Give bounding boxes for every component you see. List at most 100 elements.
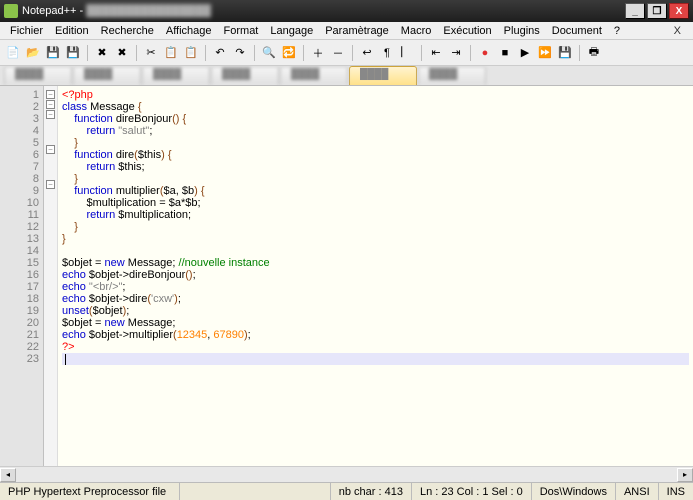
- scroll-left-button[interactable]: ◂: [0, 468, 16, 482]
- record-button[interactable]: ●: [476, 44, 494, 62]
- undo-button[interactable]: ↶: [211, 44, 229, 62]
- close-doc-button[interactable]: X: [674, 25, 689, 37]
- line-gutter: 1234567891011121314151617181920212223: [0, 86, 44, 466]
- menu-document[interactable]: Document: [546, 24, 608, 38]
- open-button[interactable]: 📂: [24, 44, 42, 62]
- indent-guide-button[interactable]: ⎸: [398, 44, 416, 62]
- menu-exécution[interactable]: Exécution: [437, 24, 497, 38]
- fold-spacer: [44, 310, 57, 322]
- maximize-button[interactable]: ❐: [647, 3, 667, 19]
- tab-1[interactable]: ████: [4, 66, 72, 85]
- paste-button[interactable]: 📋: [182, 44, 200, 62]
- code-line[interactable]: $multiplication = $a*$b;: [62, 197, 689, 209]
- code-line[interactable]: echo "<br/>";: [62, 281, 689, 293]
- line-number: 20: [0, 317, 39, 329]
- code-line[interactable]: function multiplier($a, $b) {: [62, 185, 689, 197]
- replace-button[interactable]: 🔁: [280, 44, 298, 62]
- code-line[interactable]: }: [62, 233, 689, 245]
- indent-button[interactable]: ⇥: [447, 44, 465, 62]
- line-number: 12: [0, 221, 39, 233]
- code-line[interactable]: return $this;: [62, 161, 689, 173]
- code-line[interactable]: echo $objet->dire('cxw');: [62, 293, 689, 305]
- fold-toggle[interactable]: −: [46, 90, 55, 99]
- zoom-out-button[interactable]: －: [329, 44, 347, 62]
- code-line[interactable]: class Message {: [62, 101, 689, 113]
- fold-toggle[interactable]: −: [46, 180, 55, 189]
- tab-2[interactable]: ████: [73, 66, 141, 85]
- fold-toggle[interactable]: −: [46, 145, 55, 154]
- menu-?[interactable]: ?: [608, 24, 626, 38]
- save-macro-button[interactable]: 💾: [556, 44, 574, 62]
- code-line[interactable]: function direBonjour() {: [62, 113, 689, 125]
- close-button[interactable]: X: [669, 3, 689, 19]
- status-filetype: PHP Hypertext Preprocessor file: [0, 483, 180, 500]
- line-number: 21: [0, 329, 39, 341]
- zoom-in-button[interactable]: ＋: [309, 44, 327, 62]
- h-scrollbar[interactable]: ◂ ▸: [0, 466, 693, 482]
- code-line[interactable]: [62, 353, 689, 365]
- code-line[interactable]: ?>: [62, 341, 689, 353]
- menu-paramètrage[interactable]: Paramètrage: [319, 24, 395, 38]
- code-line[interactable]: $objet = new Message; //nouvelle instanc…: [62, 257, 689, 269]
- tab-4[interactable]: ████: [211, 66, 279, 85]
- copy-button[interactable]: 📋: [162, 44, 180, 62]
- titlebar: Notepad++ - ████████████████ _ ❐ X: [0, 0, 693, 22]
- tab-6[interactable]: ████: [349, 66, 417, 85]
- code-line[interactable]: [62, 245, 689, 257]
- cut-button[interactable]: ✂: [142, 44, 160, 62]
- fold-gutter: −−−−−: [44, 86, 58, 466]
- fold-toggle[interactable]: −: [46, 100, 55, 109]
- menu-affichage[interactable]: Affichage: [160, 24, 218, 38]
- menu-plugins[interactable]: Plugins: [498, 24, 546, 38]
- menu-format[interactable]: Format: [218, 24, 265, 38]
- tab-5[interactable]: ████: [280, 66, 348, 85]
- fold-spacer: [44, 346, 57, 358]
- code-line[interactable]: return $multiplication;: [62, 209, 689, 221]
- play-icon: ▶: [521, 46, 529, 59]
- menu-langage[interactable]: Langage: [264, 24, 319, 38]
- menu-macro[interactable]: Macro: [395, 24, 438, 38]
- outdent-button[interactable]: ⇤: [427, 44, 445, 62]
- print-button[interactable]: 🖶: [585, 44, 603, 62]
- editor: 1234567891011121314151617181920212223 −−…: [0, 86, 693, 466]
- status-encoding: ANSI: [616, 483, 659, 500]
- close-all-button[interactable]: ✖: [113, 44, 131, 62]
- play-button[interactable]: ▶: [516, 44, 534, 62]
- status-eol: Dos\Windows: [532, 483, 616, 500]
- play-multi-icon: ⏩: [538, 46, 552, 59]
- menu-fichier[interactable]: Fichier: [4, 24, 49, 38]
- fold-spacer: [44, 190, 57, 202]
- code-line[interactable]: }: [62, 221, 689, 233]
- new-button[interactable]: 📄: [4, 44, 22, 62]
- tab-3[interactable]: ████: [142, 66, 210, 85]
- code-area[interactable]: <?phpclass Message { function direBonjou…: [58, 86, 693, 466]
- code-line[interactable]: $objet = new Message;: [62, 317, 689, 329]
- minimize-button[interactable]: _: [625, 3, 645, 19]
- code-line[interactable]: return "salut";: [62, 125, 689, 137]
- tab-7[interactable]: ████: [418, 66, 486, 85]
- find-button[interactable]: 🔍: [260, 44, 278, 62]
- indent-guide-icon: ⎸: [402, 46, 413, 59]
- code-line[interactable]: }: [62, 137, 689, 149]
- code-line[interactable]: }: [62, 173, 689, 185]
- code-line[interactable]: function dire($this) {: [62, 149, 689, 161]
- save-button[interactable]: 💾: [44, 44, 62, 62]
- play-multi-button[interactable]: ⏩: [536, 44, 554, 62]
- scroll-right-button[interactable]: ▸: [677, 468, 693, 482]
- code-line[interactable]: unset($objet);: [62, 305, 689, 317]
- menu-recherche[interactable]: Recherche: [95, 24, 160, 38]
- wrap-button[interactable]: ↩: [358, 44, 376, 62]
- stop-button[interactable]: ■: [496, 44, 514, 62]
- code-line[interactable]: echo $objet->direBonjour();: [62, 269, 689, 281]
- line-number: 8: [0, 173, 39, 185]
- save-macro-icon: 💾: [558, 46, 572, 59]
- code-line[interactable]: <?php: [62, 89, 689, 101]
- redo-button[interactable]: ↷: [231, 44, 249, 62]
- all-chars-button[interactable]: ¶: [378, 44, 396, 62]
- close-button[interactable]: ✖: [93, 44, 111, 62]
- save-all-button[interactable]: 💾: [64, 44, 82, 62]
- code-line[interactable]: echo $objet->multiplier(12345, 67890);: [62, 329, 689, 341]
- fold-toggle[interactable]: −: [46, 110, 55, 119]
- menu-edition[interactable]: Edition: [49, 24, 95, 38]
- line-number: 11: [0, 209, 39, 221]
